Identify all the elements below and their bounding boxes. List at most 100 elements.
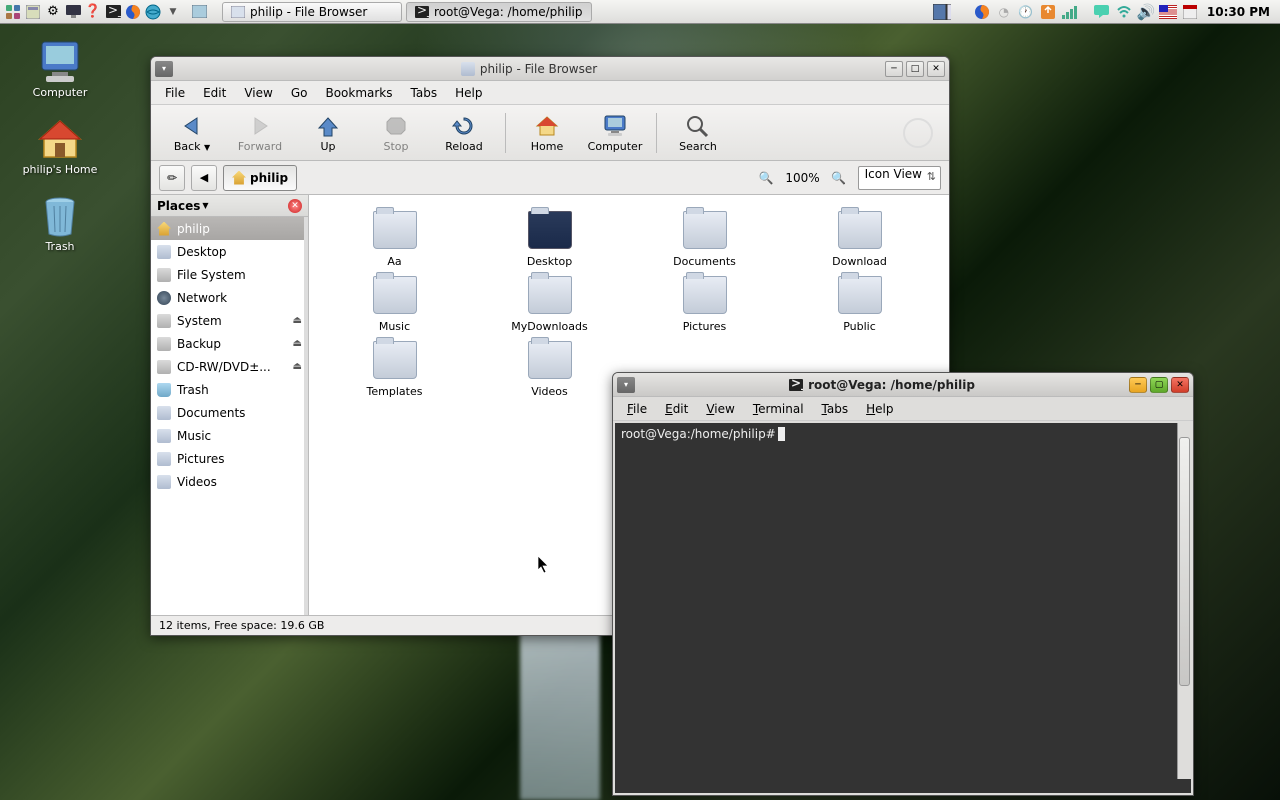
terminal-launcher-icon[interactable]: >_	[104, 3, 122, 21]
menu-view[interactable]: View	[236, 83, 280, 103]
sidebar-item-system[interactable]: System⏏	[151, 309, 308, 332]
toolbar-computer-button[interactable]: Computer	[582, 111, 648, 155]
eject-icon[interactable]: ⏏	[293, 361, 302, 372]
window-menu-button[interactable]: ▾	[155, 61, 173, 77]
menu-file[interactable]: File	[619, 399, 655, 419]
desktop-trash-icon[interactable]: Trash	[10, 194, 110, 253]
menu-tabs[interactable]: Tabs	[814, 399, 857, 419]
menu-tabs[interactable]: Tabs	[403, 83, 446, 103]
chat-icon[interactable]	[1093, 3, 1111, 21]
sidebar-item-network[interactable]: Network	[151, 286, 308, 309]
panel-clock[interactable]: 10:30 PM	[1203, 5, 1274, 19]
file-item[interactable]: Desktop	[472, 211, 627, 268]
dropdown-arrow-icon[interactable]: ▼	[164, 3, 182, 21]
firefox-tray-icon[interactable]	[973, 3, 991, 21]
sidebar-item-pictures[interactable]: Pictures	[151, 447, 308, 470]
svg-text:>_: >_	[417, 6, 429, 17]
desktop-home-icon[interactable]: philip's Home	[10, 117, 110, 176]
taskbar-item[interactable]: >_root@Vega: /home/philip	[406, 2, 592, 22]
close-button[interactable]: ✕	[927, 61, 945, 77]
minimize-button[interactable]: ─	[1129, 377, 1147, 393]
sidebar-item-backup[interactable]: Backup⏏	[151, 332, 308, 355]
file-item[interactable]: Documents	[627, 211, 782, 268]
status-icon[interactable]: ◔	[995, 3, 1013, 21]
sidebar-item-desktop[interactable]: Desktop	[151, 240, 308, 263]
toolbar-stop-button: Stop	[363, 111, 429, 155]
menu-bookmarks[interactable]: Bookmarks	[317, 83, 400, 103]
menu-edit[interactable]: Edit	[657, 399, 696, 419]
menu-file[interactable]: File	[157, 83, 193, 103]
file-item[interactable]: Download	[782, 211, 937, 268]
menu-go[interactable]: Go	[283, 83, 316, 103]
wifi-icon[interactable]	[1115, 3, 1133, 21]
file-item[interactable]: Music	[317, 276, 472, 333]
globe-icon[interactable]	[144, 3, 162, 21]
toolbar-home-button[interactable]: Home	[514, 111, 580, 155]
sidebar-item-filesystem[interactable]: File System	[151, 263, 308, 286]
file-browser-titlebar[interactable]: ▾ philip - File Browser ─ □ ✕	[151, 57, 949, 81]
apps-icon[interactable]	[24, 3, 42, 21]
menu-view[interactable]: View	[698, 399, 742, 419]
toolbar-reload-button[interactable]: Reload	[431, 111, 497, 155]
terminal-body[interactable]: root@Vega:/home/philip#	[615, 423, 1191, 793]
close-button[interactable]: ✕	[1171, 377, 1189, 393]
sidebar-item-music[interactable]: Music	[151, 424, 308, 447]
volume-icon[interactable]: 🔊	[1137, 3, 1155, 21]
minimize-button[interactable]: ─	[885, 61, 903, 77]
gear-icon[interactable]: ⚙	[44, 3, 62, 21]
file-item[interactable]: MyDownloads	[472, 276, 627, 333]
taskbar-item[interactable]: philip - File Browser	[222, 2, 402, 22]
gnome-menu-icon[interactable]	[4, 3, 22, 21]
folder-icon	[157, 406, 171, 420]
zoom-in-button[interactable]: 🔍	[826, 165, 852, 191]
terminal-output[interactable]: root@Vega:/home/philip#	[617, 425, 1175, 777]
file-item[interactable]: Pictures	[627, 276, 782, 333]
menu-edit[interactable]: Edit	[195, 83, 234, 103]
update-icon[interactable]	[1039, 3, 1057, 21]
sidebar-header[interactable]: Places▼ ✕	[151, 195, 308, 217]
show-desktop-icon[interactable]	[190, 3, 208, 21]
edit-location-button[interactable]: ✏	[159, 165, 185, 191]
maximize-button[interactable]: □	[906, 61, 924, 77]
sidebar-item-videos[interactable]: Videos	[151, 470, 308, 493]
clock-icon[interactable]: 🕐	[1017, 3, 1035, 21]
menu-help[interactable]: Help	[447, 83, 490, 103]
sidebar-item-philip[interactable]: philip	[151, 217, 308, 240]
toolbar-up-button[interactable]: Up	[295, 111, 361, 155]
file-item[interactable]: Templates	[317, 341, 472, 398]
menu-terminal[interactable]: Terminal	[745, 399, 812, 419]
zoom-out-button[interactable]: 🔍	[753, 165, 779, 191]
maximize-button[interactable]: ▢	[1150, 377, 1168, 393]
window-menu-button[interactable]: ▾	[617, 377, 635, 393]
view-mode-select[interactable]: Icon View	[858, 166, 941, 190]
sidebar-close-icon[interactable]: ✕	[288, 199, 302, 213]
eject-icon[interactable]: ⏏	[293, 315, 302, 326]
file-item[interactable]: Aa	[317, 211, 472, 268]
toolbar-search-button[interactable]: Search	[665, 111, 731, 155]
firefox-icon[interactable]	[124, 3, 142, 21]
help-icon[interactable]: ❓	[84, 3, 102, 21]
terminal-titlebar[interactable]: ▾ >_ root@Vega: /home/philip ─ ▢ ✕	[613, 373, 1193, 397]
calendar-icon[interactable]	[1181, 3, 1199, 21]
home-icon	[232, 171, 246, 185]
eject-icon[interactable]: ⏏	[293, 338, 302, 349]
monitor-icon[interactable]	[64, 3, 82, 21]
zoom-level: 100%	[785, 171, 819, 185]
terminal-scrollbar[interactable]	[1177, 423, 1191, 779]
sidebar-item-trash[interactable]: Trash	[151, 378, 308, 401]
path-button-current[interactable]: philip	[223, 165, 297, 191]
file-item[interactable]: Public	[782, 276, 937, 333]
path-back-button[interactable]: ◀	[191, 165, 217, 191]
toolbar-back-button[interactable]: Back ▼	[159, 111, 225, 155]
desktop-icons: Computer philip's Home Trash	[10, 40, 110, 253]
workspace-switcher-icon[interactable]	[933, 3, 951, 21]
sidebar-item-cdrwdvd[interactable]: CD-RW/DVD±...⏏	[151, 355, 308, 378]
terminal-prompt: root@Vega:/home/philip#	[621, 427, 776, 441]
network-signal-icon[interactable]	[1061, 3, 1079, 21]
keyboard-layout-flag[interactable]	[1159, 3, 1177, 21]
file-item[interactable]: Videos	[472, 341, 627, 398]
sidebar-item-documents[interactable]: Documents	[151, 401, 308, 424]
desktop-computer-icon[interactable]: Computer	[10, 40, 110, 99]
menu-help[interactable]: Help	[858, 399, 901, 419]
home-icon	[516, 113, 578, 139]
